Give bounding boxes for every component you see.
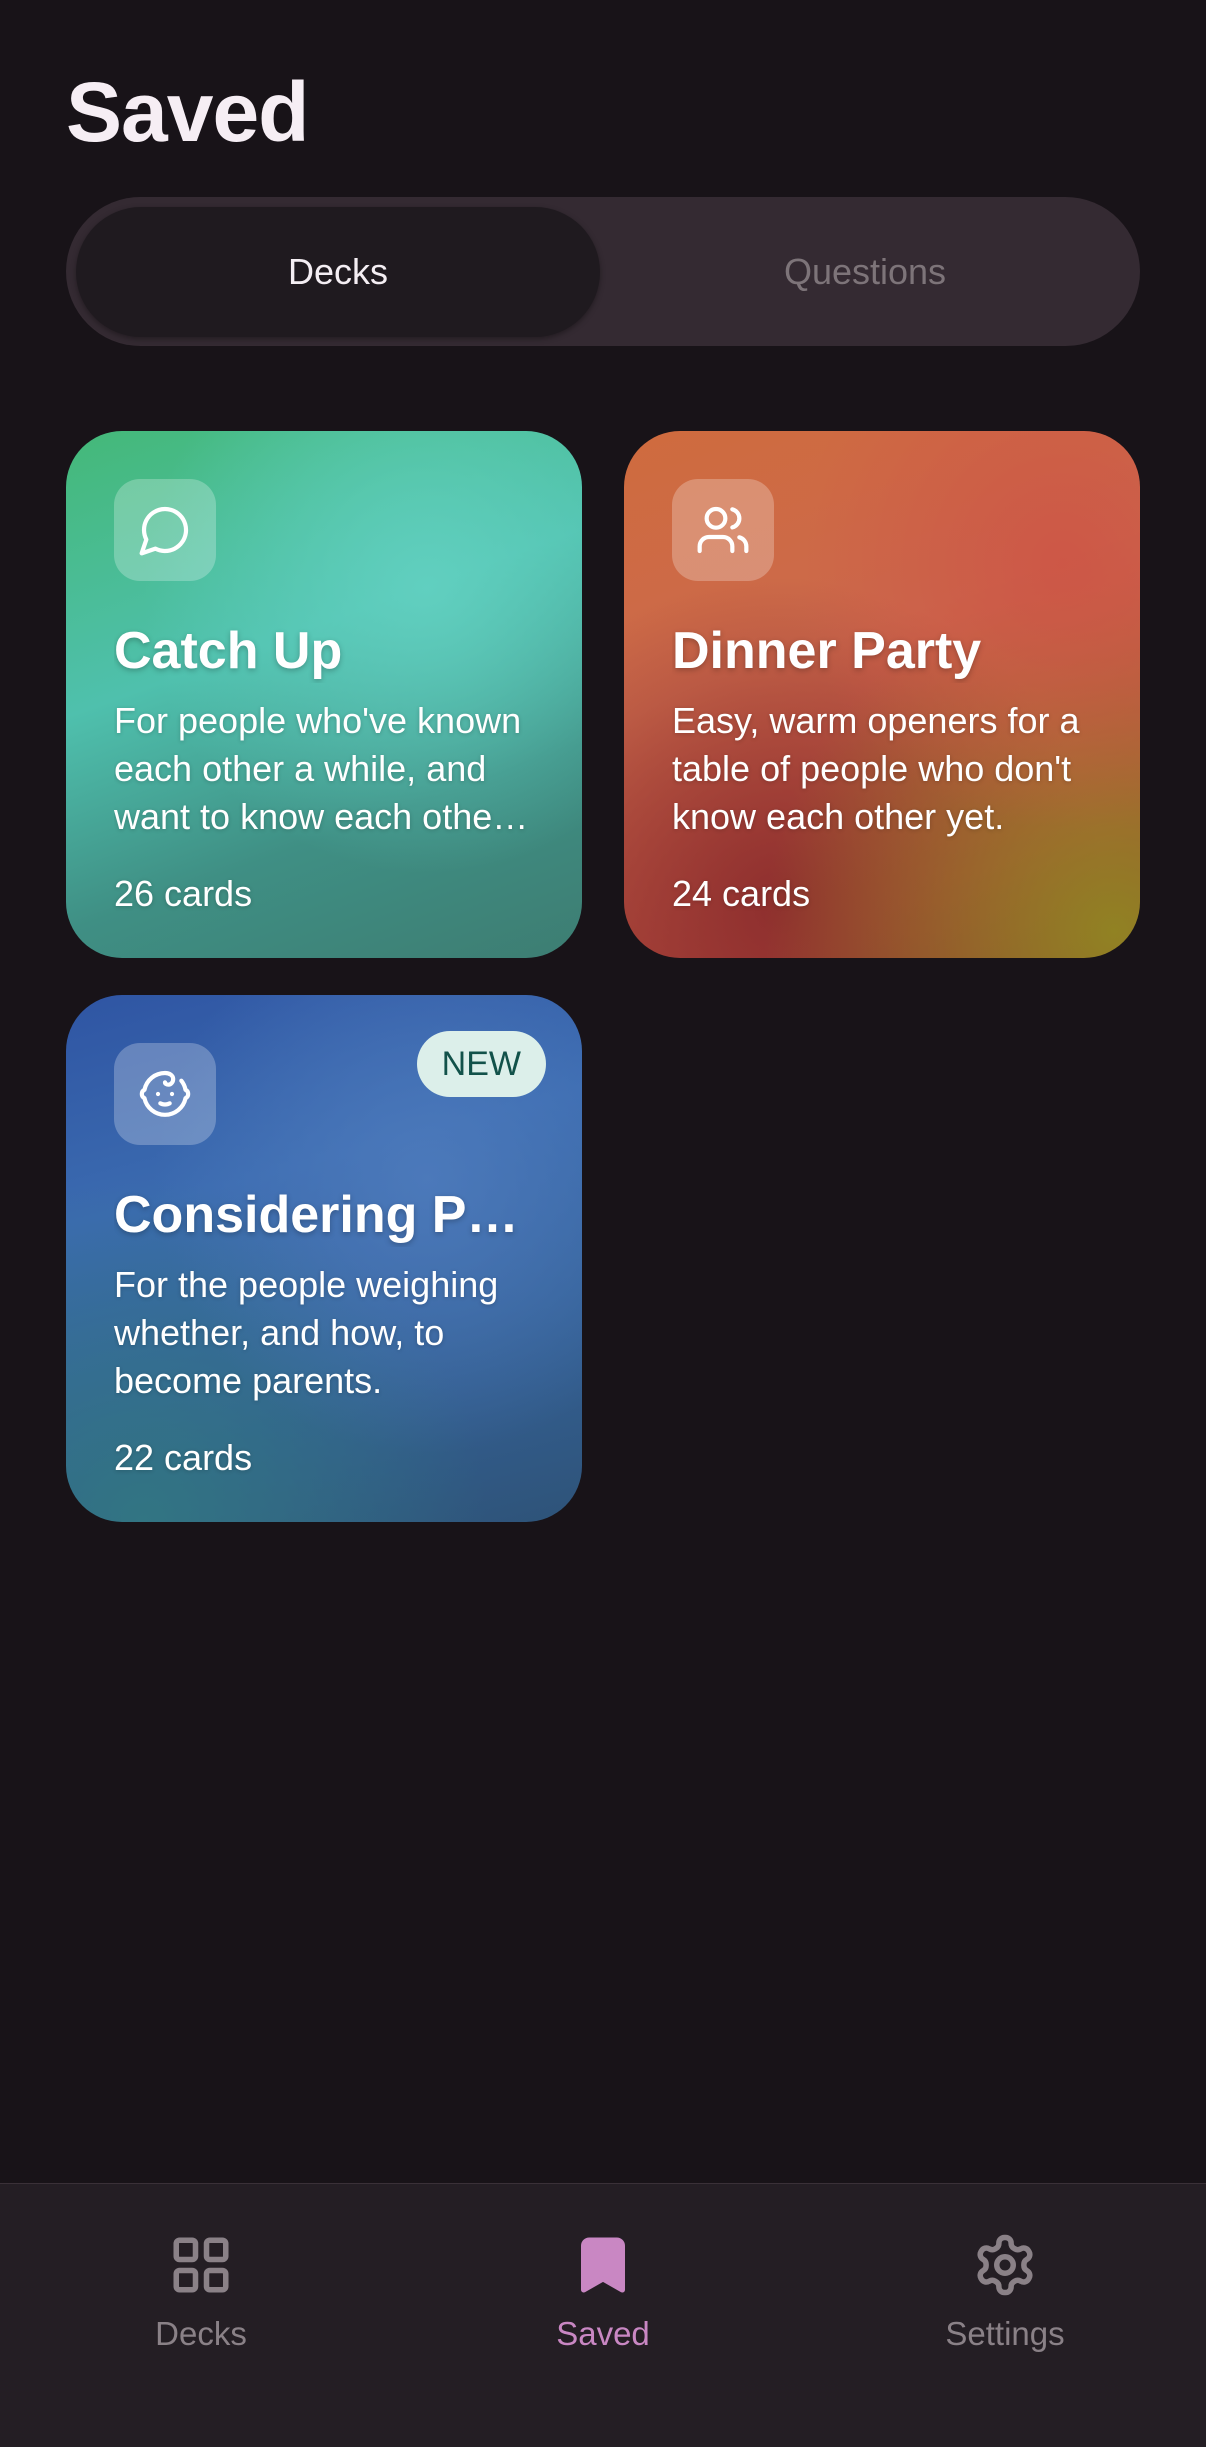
bottom-nav: Decks Saved Settings	[0, 2183, 1206, 2447]
deck-title: Considering Parenthood	[114, 1186, 542, 1244]
tab-questions[interactable]: Questions	[600, 207, 1130, 337]
deck-title: Dinner Party	[672, 622, 982, 680]
deck-card-considering-parenthood[interactable]: NEW Considering Parenthood For the peopl…	[66, 995, 582, 1522]
nav-item-decks[interactable]: Decks	[51, 2184, 351, 2447]
deck-card-dinner-party[interactable]: Dinner Party Easy, warm openers for a ta…	[624, 431, 1140, 958]
segmented-control: Decks Questions	[66, 197, 1140, 346]
deck-description: Easy, warm openers for a table of people…	[672, 700, 1080, 837]
nav-item-settings[interactable]: Settings	[855, 2184, 1155, 2447]
nav-label: Settings	[945, 2315, 1065, 2352]
nav-label: Saved	[556, 2315, 650, 2352]
gear-icon	[972, 2232, 1038, 2303]
deck-card-catch-up[interactable]: Catch Up For people who've known each ot…	[66, 431, 582, 958]
bookmark-icon	[570, 2232, 636, 2303]
people-icon	[672, 479, 774, 581]
nav-item-saved[interactable]: Saved	[453, 2184, 753, 2447]
grid-icon	[168, 2232, 234, 2303]
deck-card-count: 22 cards	[114, 1437, 253, 1478]
chat-bubble-icon	[114, 479, 216, 581]
deck-card-count: 26 cards	[114, 873, 253, 914]
tab-decks[interactable]: Decks	[76, 206, 600, 337]
deck-card-count: 24 cards	[672, 873, 811, 914]
nav-label: Decks	[155, 2315, 247, 2352]
deck-title: Catch Up	[114, 622, 343, 680]
new-badge: NEW	[416, 1031, 546, 1097]
deck-description: For people who've known each other a whi…	[114, 700, 522, 837]
baby-icon	[114, 1043, 216, 1145]
page-title: Saved	[66, 65, 309, 159]
deck-description: For the people weighing whether, and how…	[114, 1264, 499, 1401]
